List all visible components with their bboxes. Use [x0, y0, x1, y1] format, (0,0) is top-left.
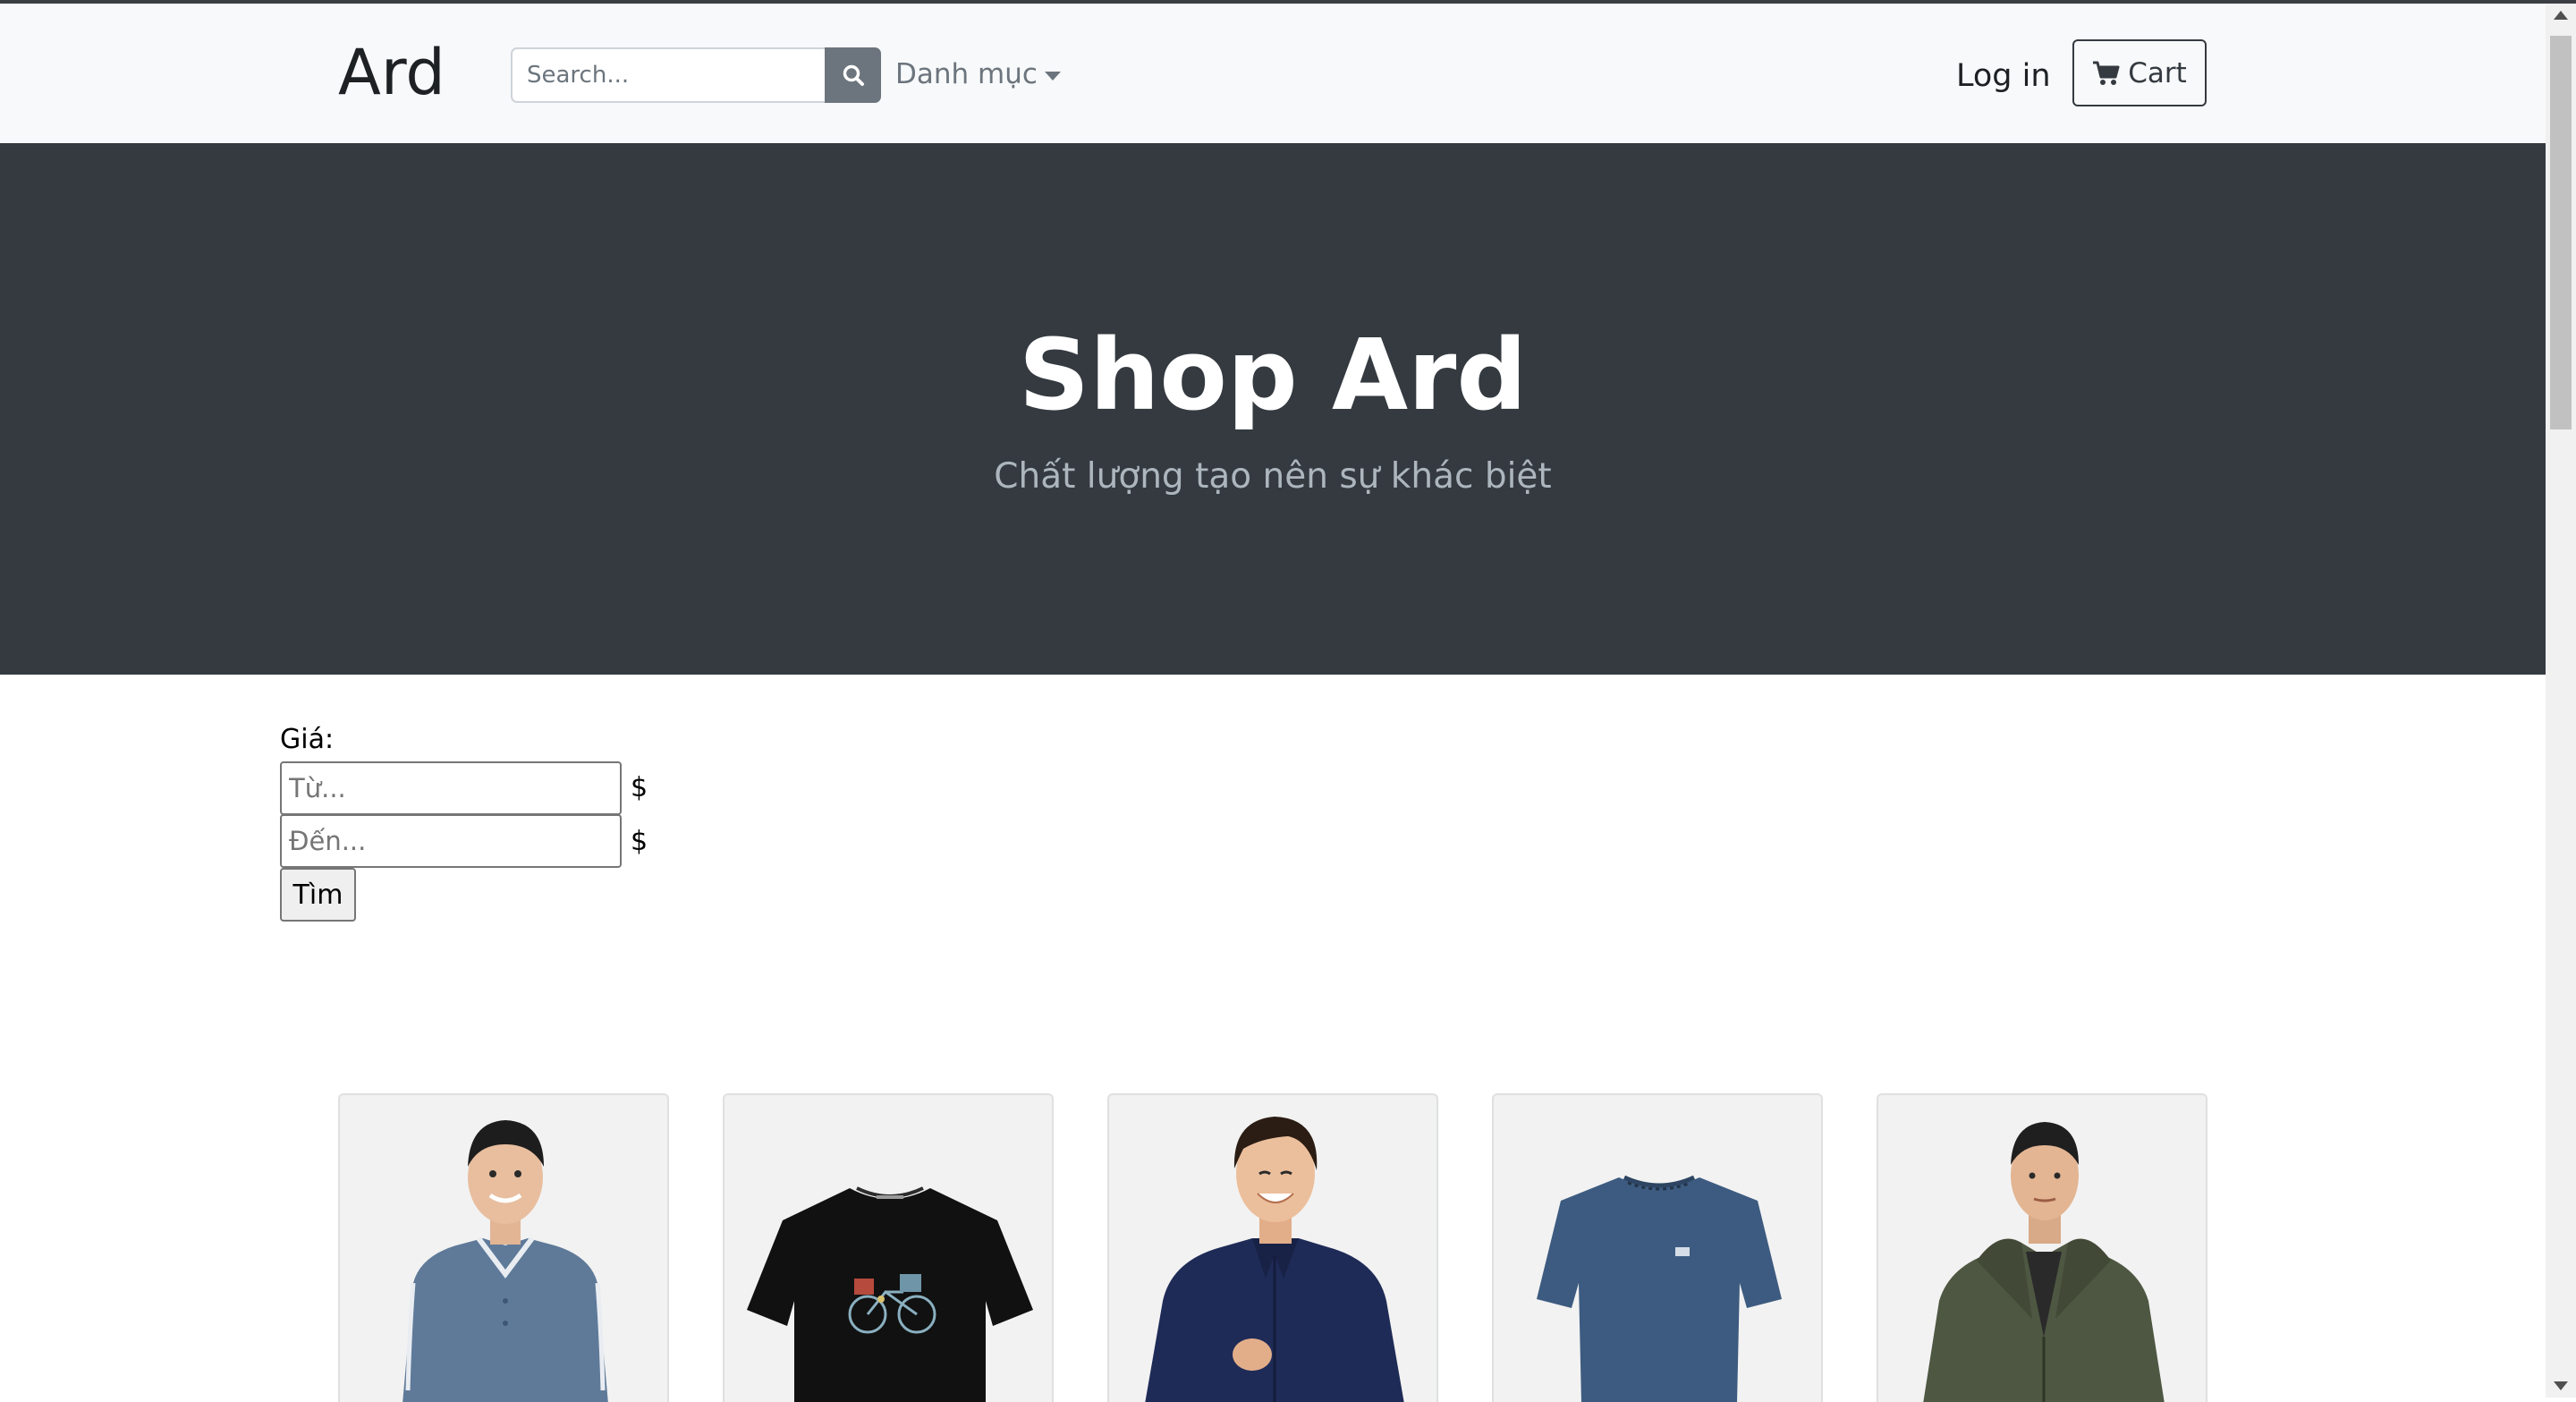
price-from-input[interactable]: [280, 761, 622, 815]
search-icon: [843, 64, 864, 86]
vertical-scrollbar[interactable]: [2546, 4, 2576, 1398]
price-filter-label: Giá:: [280, 724, 335, 755]
currency-label: $: [631, 826, 648, 857]
product-image[interactable]: [1494, 1095, 1823, 1402]
product-card[interactable]: [723, 1093, 1054, 1402]
category-dropdown[interactable]: Danh mục: [895, 61, 1061, 89]
cart-label: Cart: [2128, 56, 2187, 89]
search-input[interactable]: [511, 47, 826, 103]
product-card[interactable]: [1492, 1093, 1823, 1402]
category-dropdown-label: Danh mục: [895, 58, 1038, 90]
scroll-down-arrow-icon[interactable]: [2554, 1381, 2568, 1390]
product-card[interactable]: [1107, 1093, 1438, 1402]
scroll-up-arrow-icon[interactable]: [2554, 11, 2568, 20]
search-button[interactable]: [825, 47, 881, 103]
caret-down-icon: [1044, 71, 1061, 81]
cart-button[interactable]: Cart: [2072, 39, 2207, 106]
price-to-input[interactable]: [280, 814, 622, 868]
scrollbar-thumb[interactable]: [2550, 36, 2572, 429]
product-image[interactable]: [340, 1095, 669, 1402]
product-card[interactable]: [1877, 1093, 2207, 1402]
brand-logo[interactable]: Ard: [338, 41, 445, 104]
login-link[interactable]: Log in: [1956, 61, 2051, 92]
product-image[interactable]: [724, 1095, 1054, 1402]
product-card[interactable]: [338, 1093, 669, 1402]
product-image[interactable]: [1878, 1095, 2207, 1402]
hero-subtitle: Chất lượng tạo nên sự khác biệt: [994, 456, 1552, 497]
navbar: Ard Danh mục Log in Cart: [0, 4, 2546, 143]
hero-title: Shop Ard: [1018, 318, 1528, 432]
hero-banner: Shop Ard Chất lượng tạo nên sự khác biệt: [0, 143, 2546, 675]
cart-icon: [2093, 61, 2120, 85]
currency-label: $: [631, 772, 648, 803]
product-image[interactable]: [1109, 1095, 1438, 1402]
find-button[interactable]: Tìm: [280, 868, 356, 922]
